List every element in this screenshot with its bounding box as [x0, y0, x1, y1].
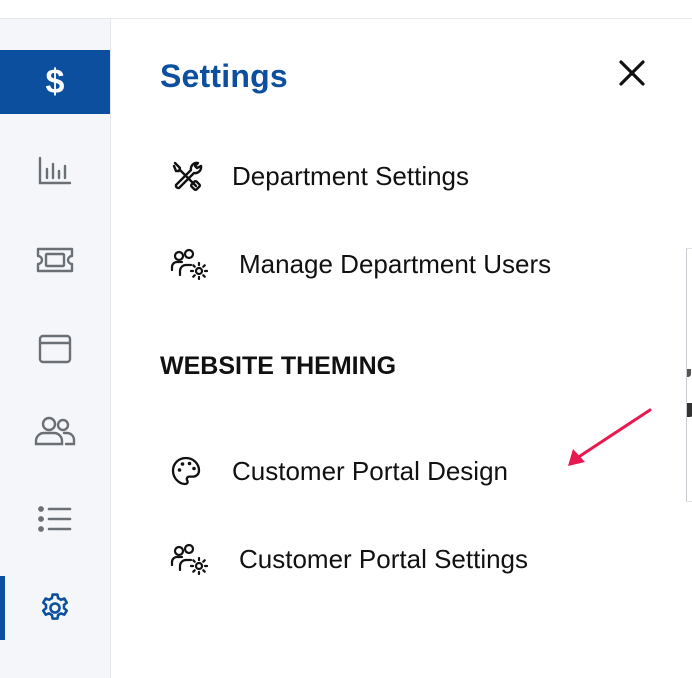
panel-title: Settings	[160, 58, 288, 94]
close-icon	[619, 60, 645, 86]
bar-chart-icon	[38, 156, 72, 185]
section-heading-website-theming: WEBSITE THEMING	[160, 352, 397, 380]
users-gear-icon	[170, 539, 210, 579]
close-button[interactable]	[616, 57, 648, 89]
background-window-edge	[686, 248, 692, 502]
sidebar-item-list[interactable]	[0, 487, 110, 551]
annotation-arrow-icon	[568, 408, 652, 466]
ticket-icon	[36, 247, 74, 273]
menu-item-manage-department-users[interactable]: Manage Department Users	[170, 244, 551, 284]
dollar-icon: $	[45, 62, 65, 101]
users-icon	[34, 416, 76, 446]
menu-item-label: Department Settings	[232, 160, 470, 191]
sidebar-item-window[interactable]	[0, 317, 110, 381]
menu-item-label: Manage Department Users	[239, 248, 552, 279]
browser-window-icon	[38, 334, 72, 364]
users-gear-icon	[170, 244, 210, 284]
sidebar-item-settings[interactable]	[0, 576, 110, 640]
menu-item-department-settings[interactable]: Department Settings	[170, 156, 469, 196]
list-icon	[38, 506, 72, 532]
background-text-fragment	[687, 403, 692, 417]
sidebar-item-billing[interactable]: $	[0, 50, 110, 114]
settings-panel: Settings Department Settings Manage Depa…	[111, 19, 657, 678]
menu-item-customer-portal-settings[interactable]: Customer Portal Settings	[170, 539, 528, 579]
sidebar-rail: $	[0, 19, 111, 678]
palette-icon	[170, 451, 210, 491]
menu-item-label: Customer Portal Settings	[239, 543, 529, 574]
sidebar-item-users[interactable]	[0, 399, 110, 463]
tools-icon	[170, 156, 210, 196]
gear-icon	[41, 593, 69, 620]
sidebar-item-tickets[interactable]	[0, 228, 110, 292]
menu-item-customer-portal-design[interactable]: Customer Portal Design	[170, 451, 508, 491]
menu-item-label: Customer Portal Design	[232, 455, 508, 486]
background-text-fragment	[687, 369, 691, 377]
sidebar-item-reports[interactable]	[0, 139, 110, 203]
